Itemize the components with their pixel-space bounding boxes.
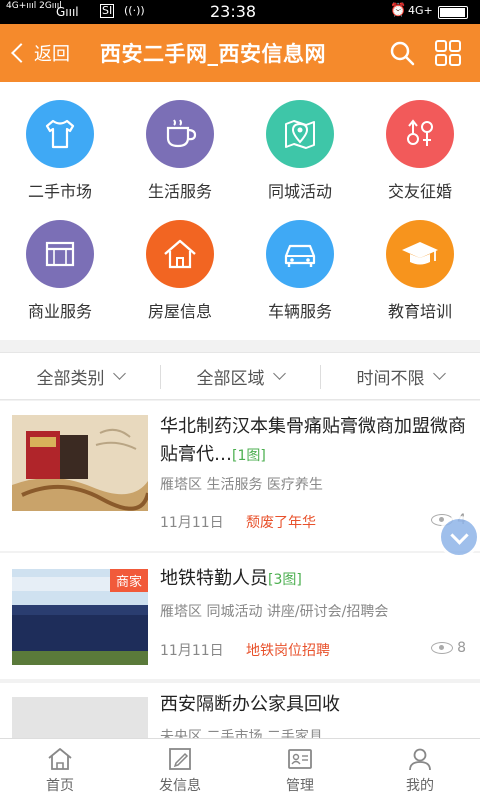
listing-date: 11月11日 <box>160 515 224 531</box>
back-button[interactable]: 返回 <box>10 38 70 68</box>
edit-icon <box>169 747 191 770</box>
nav-post[interactable]: 发信息 <box>120 739 240 800</box>
nav-home[interactable]: 首页 <box>0 739 120 800</box>
category-label: 房屋信息 <box>147 302 212 321</box>
alarm-icon: ⏰ <box>390 3 407 18</box>
back-label: 返回 <box>34 44 70 65</box>
nav-label: 发信息 <box>159 777 201 794</box>
listing-title-text: 西安隔断办公家具回收 <box>160 694 340 715</box>
category-dating[interactable]: 交友征婚 <box>360 82 480 202</box>
image-count: [1图] <box>232 448 266 464</box>
listing-thumbnail: 商家 <box>12 569 148 665</box>
category-second-hand[interactable]: 二手市场 <box>0 82 120 202</box>
chevron-down-icon <box>272 367 286 380</box>
nfc-icon: ((·)) <box>124 4 145 17</box>
map-pin-icon <box>266 100 334 168</box>
category-label: 交友征婚 <box>387 182 452 201</box>
listing-title-text: 地铁特勤人员 <box>160 568 268 589</box>
filter-time-dropdown[interactable]: 时间不限 <box>320 353 480 399</box>
shop-icon <box>26 220 94 288</box>
category-education[interactable]: 教育培训 <box>360 202 480 322</box>
listing-title: 西安隔断办公家具回收 <box>160 691 470 719</box>
listing-item[interactable]: 商家 地铁特勤人员[3图] 雁塔区 同城活动 讲座/研讨会/招聘会 11月11日… <box>0 553 480 679</box>
listing-meta: 雁塔区 生活服务 医疗养生 <box>160 477 323 493</box>
battery-icon <box>438 6 468 19</box>
nav-profile[interactable]: 我的 <box>360 739 480 800</box>
listing-thumbnail <box>12 415 148 511</box>
nav-label: 管理 <box>286 777 314 794</box>
search-icon[interactable] <box>388 39 416 67</box>
chevron-left-icon <box>11 43 31 63</box>
graduation-cap-icon <box>386 220 454 288</box>
listing-poster: 颓废了年华 <box>246 515 316 531</box>
filter-category-dropdown[interactable]: 全部类别 <box>0 353 160 399</box>
category-label: 生活服务 <box>147 182 212 201</box>
category-life-services[interactable]: 生活服务 <box>120 82 240 202</box>
merchant-badge: 商家 <box>109 569 148 592</box>
home-icon <box>48 747 72 770</box>
listing-thumbnail <box>12 697 148 738</box>
floating-assist-button[interactable] <box>438 516 480 558</box>
filter-label: 全部区域 <box>196 368 265 389</box>
chevron-down-icon <box>112 367 126 380</box>
view-count: 8 <box>431 640 466 656</box>
status-time: 23:38 <box>210 2 257 21</box>
page-title: 西安二手网_西安信息网 <box>100 42 326 66</box>
coffee-cup-icon <box>146 100 214 168</box>
cell-signal-icon: 4G+ıııl 2Gıııl <box>6 1 62 11</box>
category-local-events[interactable]: 同城活动 <box>240 82 360 202</box>
filter-label: 时间不限 <box>356 368 425 389</box>
category-housing[interactable]: 房屋信息 <box>120 202 240 322</box>
image-count: [3图] <box>268 572 302 588</box>
listing-item[interactable]: 西安隔断办公家具回收 未央区 二手市场 二手家具 <box>0 683 480 738</box>
bottom-nav: 首页 发信息 管理 我的 <box>0 738 480 800</box>
category-label: 二手市场 <box>27 182 92 201</box>
eye-icon <box>431 642 454 654</box>
listing-poster: 地铁岗位招聘 <box>246 643 330 659</box>
manage-icon <box>288 748 312 769</box>
listing-item[interactable]: 华北制药汉本集骨痛贴膏微商加盟微商贴膏代…[1图] 雁塔区 生活服务 医疗养生 … <box>0 401 480 551</box>
car-icon <box>266 220 334 288</box>
filter-label: 全部类别 <box>36 368 105 389</box>
category-label: 车辆服务 <box>267 302 332 321</box>
nav-label: 我的 <box>406 777 434 794</box>
sim-icon: SI <box>100 4 115 18</box>
app-header: 返回 西安二手网_西安信息网 <box>0 24 480 82</box>
category-business[interactable]: 商业服务 <box>0 202 120 322</box>
category-label: 同城活动 <box>267 182 332 201</box>
house-icon <box>146 220 214 288</box>
nav-manage[interactable]: 管理 <box>240 739 360 800</box>
tshirt-icon <box>26 100 94 168</box>
listing-meta: 雁塔区 同城活动 讲座/研讨会/招聘会 <box>160 604 389 620</box>
category-grid: 二手市场 生活服务 同城活动 交友征婚 商业服务 房屋信息 车辆服务 教育培训 <box>0 82 480 340</box>
category-label: 商业服务 <box>27 302 92 321</box>
nav-label: 首页 <box>46 777 74 794</box>
user-icon <box>409 748 431 770</box>
status-bar: 4G+ıııl 2Gıııl Gıııl SI ((·)) 23:38 ⏰ 4G… <box>0 0 480 24</box>
gender-icon <box>386 100 454 168</box>
listing-title-text: 华北制药汉本集骨痛贴膏微商加盟微商贴膏代… <box>160 416 466 465</box>
category-vehicles[interactable]: 车辆服务 <box>240 202 360 322</box>
view-count-value: 8 <box>457 640 466 656</box>
chevron-down-icon <box>432 367 446 380</box>
listing-title: 华北制药汉本集骨痛贴膏微商加盟微商贴膏代…[1图] <box>160 413 470 470</box>
filter-area-dropdown[interactable]: 全部区域 <box>160 353 320 399</box>
grid-menu-icon[interactable] <box>434 39 462 67</box>
category-label: 教育培训 <box>387 302 452 321</box>
cell-signal-g-icon: Gıııl <box>56 5 79 19</box>
listing-date: 11月11日 <box>160 643 224 659</box>
network-type: 4G+ <box>408 4 433 17</box>
listing-title: 地铁特勤人员[3图] <box>160 565 470 594</box>
listing-meta: 未央区 二手市场 二手家具 <box>160 729 323 738</box>
filter-bar: 全部类别 全部区域 时间不限 <box>0 352 480 400</box>
